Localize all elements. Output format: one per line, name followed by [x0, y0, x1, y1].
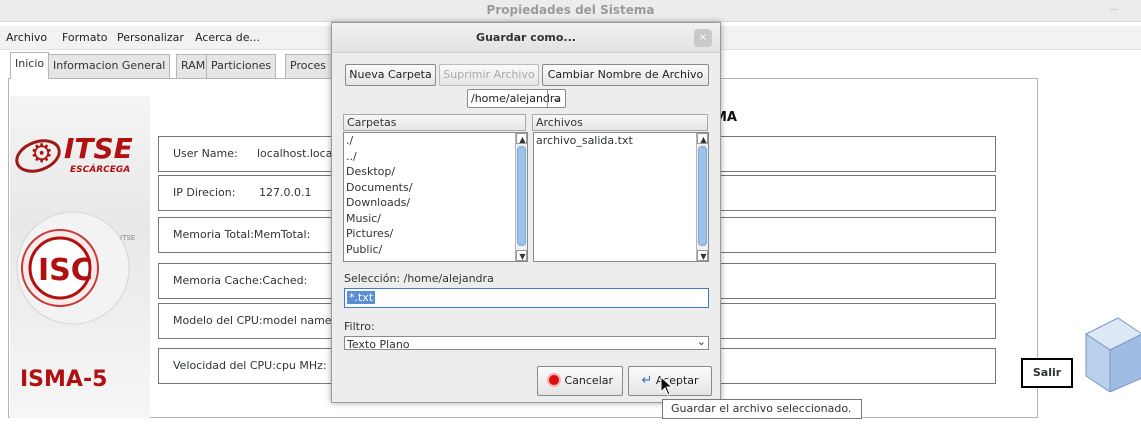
new-folder-button[interactable]: Nueva Carpeta	[345, 64, 436, 86]
info-label: IP Direcion:	[173, 186, 236, 199]
filter-value: Texto Plano	[347, 338, 410, 350]
logo-graphics: ⚙ ITSE ESCÁRCEGA ISC ITSE ISMA-5	[15, 132, 135, 392]
scroll-down-icon[interactable]: ▼	[697, 250, 708, 261]
cancel-icon	[546, 373, 561, 387]
folders-scrollbar[interactable]: ▲ ▼	[515, 133, 527, 261]
selection-label: Selección: /home/alejandra	[344, 272, 494, 285]
info-label: Velocidad del CPU:cpu MHz:	[173, 359, 327, 372]
list-item[interactable]: Music/	[344, 211, 527, 227]
filename-selected-text: *.txt	[347, 291, 376, 304]
path-dropdown[interactable]: /home/alejandra ⌄	[467, 89, 566, 108]
filename-input[interactable]: *.txt	[344, 288, 709, 308]
scroll-up-icon[interactable]: ▲	[697, 133, 708, 144]
folders-header[interactable]: Carpetas	[343, 114, 526, 131]
list-item[interactable]: Public/	[344, 242, 527, 258]
files-scrollbar[interactable]: ▲ ▼	[696, 133, 708, 261]
filter-label: Filtro:	[344, 320, 375, 333]
salir-button[interactable]: Salir	[1021, 358, 1073, 388]
chevron-down-icon: ⌄	[696, 336, 706, 348]
list-item[interactable]: archivo_salida.txt	[534, 133, 708, 149]
close-icon[interactable]: ×	[694, 29, 712, 47]
menu-personalizar[interactable]: Personalizar	[117, 31, 184, 44]
scroll-thumb[interactable]	[517, 146, 526, 246]
mouse-cursor-icon	[660, 376, 674, 396]
list-item[interactable]: ./	[344, 133, 527, 149]
chevron-down-icon: ⌄	[547, 90, 565, 107]
folders-list[interactable]: ./ ../ Desktop/ Documents/ Downloads/ Mu…	[343, 132, 528, 262]
itse-text: ITSE	[64, 132, 133, 165]
tab-inicio[interactable]: Inicio	[10, 52, 50, 79]
list-item[interactable]: Pictures/	[344, 226, 527, 242]
scroll-down-icon[interactable]: ▼	[516, 250, 527, 261]
app-root: Propiedades del Sistema — Archivo Format…	[0, 0, 1141, 428]
list-item[interactable]: Documents/	[344, 180, 527, 196]
info-label: Modelo del CPU:model name	[173, 314, 332, 327]
scroll-thumb[interactable]	[698, 146, 707, 246]
rename-file-button[interactable]: Cambiar Nombre de Archivo	[542, 64, 709, 86]
save-dialog: Guardar como... × Nueva Carpeta Suprimir…	[331, 22, 721, 403]
tab-informacion-general[interactable]: Informacion General	[48, 54, 171, 78]
isc-seal: ISC ITSE	[16, 211, 135, 325]
tab-particiones[interactable]: Particiones	[206, 54, 277, 78]
filter-dropdown[interactable]: Texto Plano ⌄	[344, 336, 709, 350]
cancel-label: Cancelar	[564, 374, 614, 387]
dialog-title: Guardar como...	[476, 31, 576, 44]
window-title: Propiedades del Sistema	[486, 3, 655, 17]
info-value: 127.0.0.1	[259, 186, 312, 199]
app-cube-icon	[1085, 317, 1141, 392]
tab-bar: Inicio Informacion General RAM Particion…	[10, 52, 350, 79]
window-titlebar: Propiedades del Sistema —	[0, 0, 1141, 22]
list-item[interactable]: Desktop/	[344, 164, 527, 180]
svg-text:⚙: ⚙	[30, 139, 53, 169]
tooltip: Guardar el archivo seleccionado.	[662, 399, 862, 419]
menu-formato[interactable]: Formato	[62, 31, 108, 44]
cancel-button[interactable]: Cancelar	[537, 366, 623, 396]
logo-panel: ⚙ ITSE ESCÁRCEGA ISC ITSE ISMA-5	[10, 96, 150, 418]
files-header[interactable]: Archivos	[532, 114, 708, 131]
info-label: User Name:	[173, 147, 238, 160]
brand-text: ISMA-5	[20, 367, 107, 392]
window-minimize-icon[interactable]: —	[1109, 4, 1119, 15]
itse-small-text: ITSE	[120, 234, 135, 242]
list-item[interactable]: ../	[344, 149, 527, 165]
info-label: Memoria Cache:Cached:	[173, 274, 308, 287]
menu-acerca[interactable]: Acerca de...	[195, 31, 260, 44]
delete-file-button[interactable]: Suprimir Archivo	[439, 64, 539, 86]
menu-archivo[interactable]: Archivo	[6, 31, 47, 44]
itse-subtitle: ESCÁRCEGA	[70, 163, 130, 175]
itse-logo: ⚙ ITSE ESCÁRCEGA	[15, 132, 133, 175]
isc-text: ISC	[38, 253, 93, 288]
files-list[interactable]: archivo_salida.txt ▲ ▼	[533, 132, 709, 262]
list-item[interactable]: Downloads/	[344, 195, 527, 211]
info-value: localhost.loca	[257, 147, 333, 160]
accept-icon: ↵	[641, 373, 653, 388]
info-label: Memoria Total:MemTotal:	[173, 228, 311, 241]
scroll-up-icon[interactable]: ▲	[516, 133, 527, 144]
dialog-titlebar: Guardar como... ×	[332, 23, 720, 53]
